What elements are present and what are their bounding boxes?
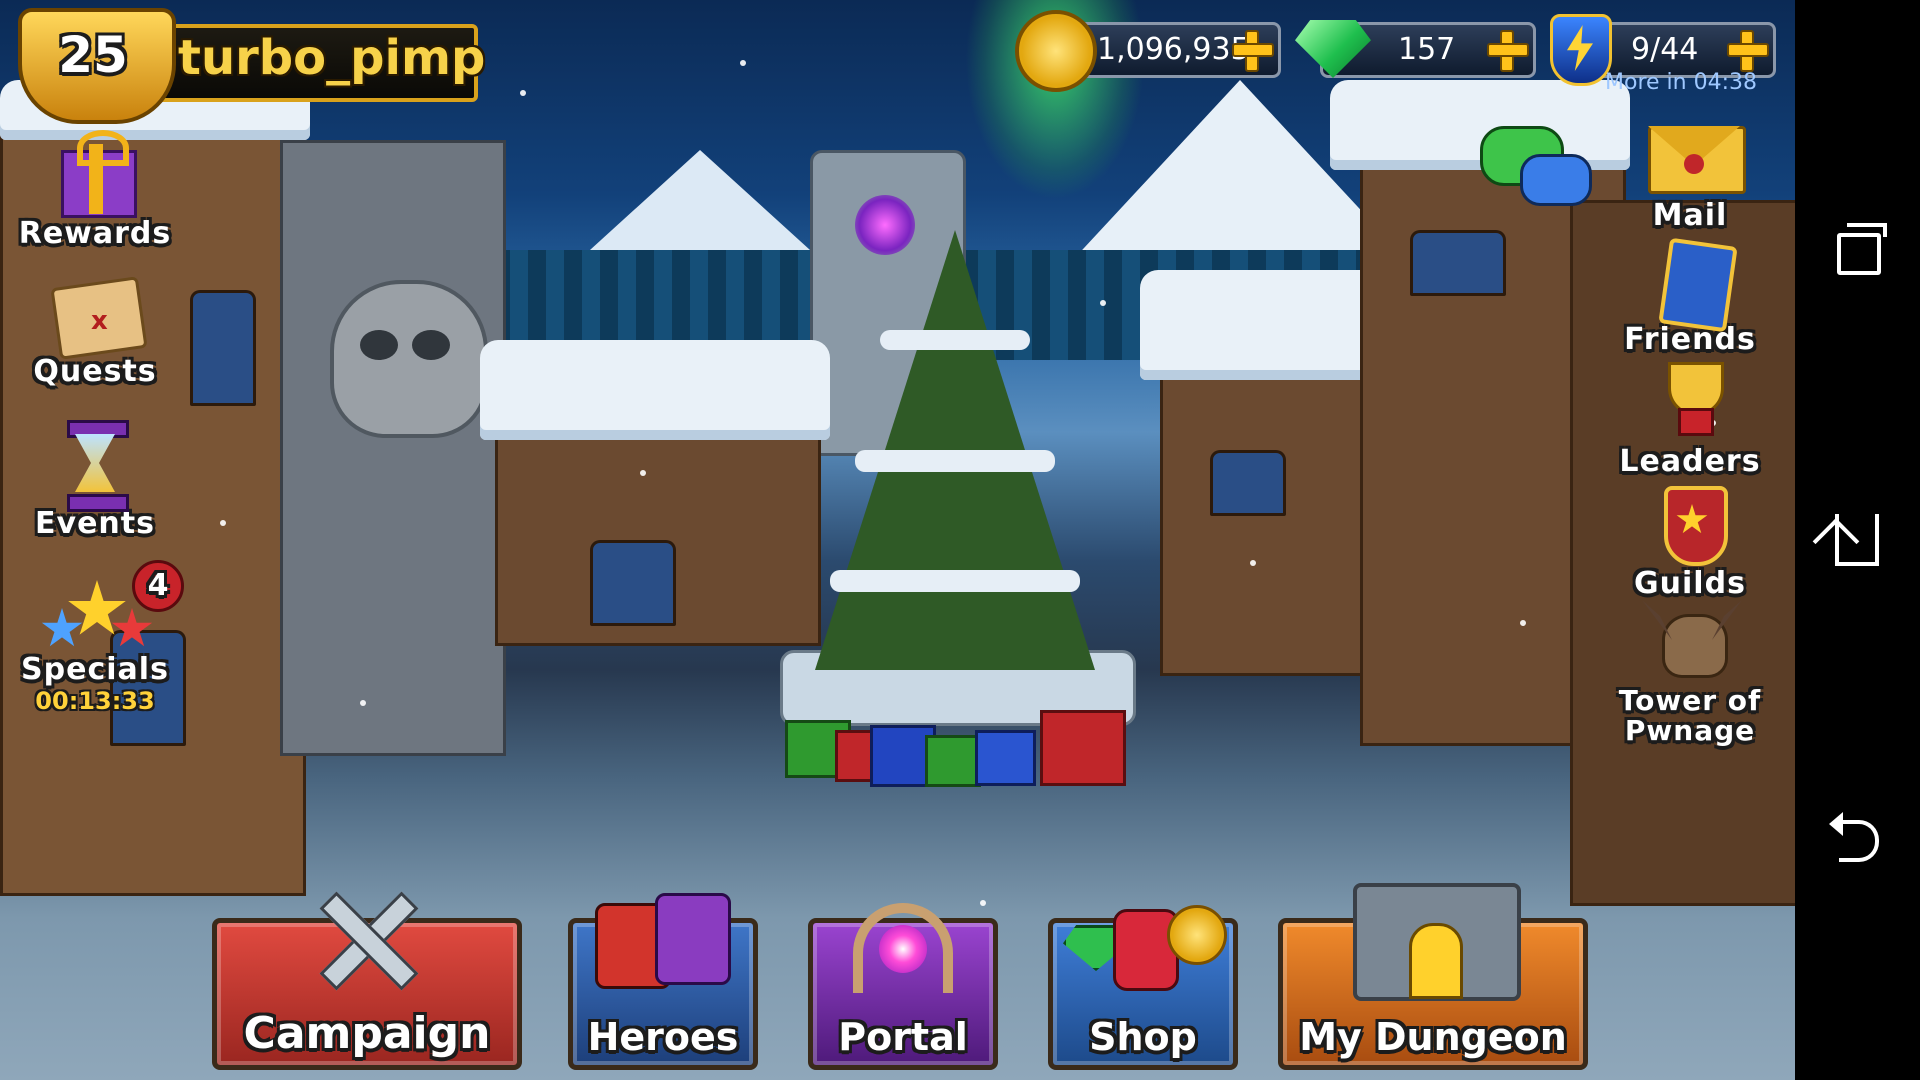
- friends-card-icon: [1642, 236, 1738, 333]
- rewards-button[interactable]: Rewards: [0, 130, 190, 251]
- quests-label: Quests: [33, 354, 157, 389]
- snowflake: [520, 90, 526, 96]
- tree-snow-3: [830, 570, 1080, 592]
- rewards-label: Rewards: [18, 216, 172, 251]
- crossed-swords-icon: [307, 883, 427, 993]
- shop-label: Shop: [1089, 1015, 1197, 1059]
- mid-left-roof: [480, 340, 830, 440]
- tree-snow-1: [880, 330, 1030, 350]
- portal-button[interactable]: Portal: [808, 903, 998, 1070]
- chat-bubble-blue-icon: [1520, 154, 1592, 206]
- heroes-button[interactable]: Heroes: [568, 893, 758, 1070]
- skull-carving: [330, 280, 488, 438]
- events-button[interactable]: Events: [0, 420, 190, 541]
- envelope-icon: [1642, 112, 1746, 198]
- add-gold-icon[interactable]: [1232, 30, 1274, 72]
- skull-eye-right: [412, 330, 450, 360]
- right-window-2: [1410, 230, 1506, 296]
- snowflake: [640, 470, 646, 476]
- mid-left-window: [590, 540, 676, 626]
- present-red-2: [1040, 710, 1126, 786]
- game-screen: turbo_pimp 25 1,096,935 157 9/44 More in…: [0, 0, 1920, 1080]
- hourglass-icon: [47, 420, 143, 512]
- tower-of-pwnage-button[interactable]: Tower of Pwnage: [1595, 600, 1785, 746]
- tree-snow-2: [855, 450, 1055, 472]
- dungeon-castle-icon: [1353, 869, 1521, 1001]
- treasure-map-icon: x: [47, 268, 148, 360]
- snowflake: [220, 520, 226, 526]
- gift-icon: [47, 130, 143, 218]
- my-dungeon-button[interactable]: My Dungeon: [1278, 883, 1588, 1070]
- guilds-button[interactable]: Guilds: [1595, 480, 1785, 601]
- left-window-1: [190, 290, 256, 406]
- trophy-icon: [1642, 358, 1738, 444]
- campaign-label: Campaign: [243, 1008, 491, 1059]
- gold-amount: 1,096,935: [1097, 32, 1250, 67]
- shop-potion-coin-icon: [1063, 895, 1227, 995]
- guilds-label: Guilds: [1634, 566, 1746, 601]
- energy-refill-timer: More in 04:38: [1605, 70, 1757, 95]
- shield-icon: [1642, 480, 1738, 566]
- android-nav-bar: [1795, 0, 1920, 1080]
- player-badge[interactable]: turbo_pimp 25: [10, 8, 485, 124]
- dragon-icon: [1642, 600, 1742, 686]
- friends-button[interactable]: Friends: [1595, 236, 1785, 357]
- portal-gate-icon: [853, 903, 953, 1003]
- heroes-label: Heroes: [587, 1015, 739, 1059]
- snowflake: [360, 700, 366, 706]
- campaign-button[interactable]: Campaign: [212, 891, 522, 1070]
- present-blue-2: [975, 730, 1036, 786]
- town-scene: turbo_pimp 25 1,096,935 157 9/44 More in…: [0, 0, 1795, 1080]
- leaders-label: Leaders: [1619, 444, 1761, 479]
- snowflake: [740, 60, 746, 66]
- portal-label: Portal: [838, 1015, 968, 1059]
- shop-button[interactable]: Shop: [1048, 905, 1238, 1070]
- skull-building: [280, 140, 506, 756]
- player-name: turbo_pimp: [178, 30, 486, 86]
- chat-button[interactable]: [1480, 120, 1592, 210]
- stars-icon: [41, 560, 153, 647]
- add-gems-icon[interactable]: [1487, 30, 1529, 72]
- recent-apps-icon[interactable]: [1827, 215, 1887, 275]
- snowflake: [1520, 620, 1526, 626]
- specials-timer: 00:13:33: [35, 687, 155, 715]
- specials-label: Specials: [21, 652, 169, 687]
- heroes-portraits-icon: [595, 893, 735, 993]
- snowflake: [1100, 300, 1106, 306]
- snowflake: [1250, 560, 1256, 566]
- specials-button[interactable]: 4 Specials 00:13:33: [0, 560, 190, 715]
- add-energy-icon[interactable]: [1727, 30, 1769, 72]
- mail-button[interactable]: Mail: [1595, 112, 1785, 233]
- player-level: 25: [58, 26, 128, 84]
- mail-label: Mail: [1652, 198, 1728, 233]
- leaders-button[interactable]: Leaders: [1595, 358, 1785, 479]
- gem-amount: 157: [1398, 32, 1456, 67]
- back-icon[interactable]: [1827, 810, 1887, 870]
- specials-badge: 4: [132, 560, 184, 612]
- my-dungeon-label: My Dungeon: [1299, 1015, 1567, 1059]
- energy-amount: 9/44: [1631, 32, 1699, 67]
- lightning-bolt-icon: [1567, 25, 1593, 71]
- right-window-1: [1210, 450, 1286, 516]
- skull-eye-left: [360, 330, 398, 360]
- gold-coin-icon: [1015, 10, 1097, 92]
- tower-of-pwnage-label: Tower of Pwnage: [1618, 684, 1762, 747]
- quests-button[interactable]: x Quests: [0, 268, 190, 389]
- present-green-2: [925, 735, 981, 787]
- snowflake: [980, 900, 986, 906]
- lightning-shield-icon: [1550, 14, 1612, 86]
- home-icon[interactable]: [1812, 510, 1887, 570]
